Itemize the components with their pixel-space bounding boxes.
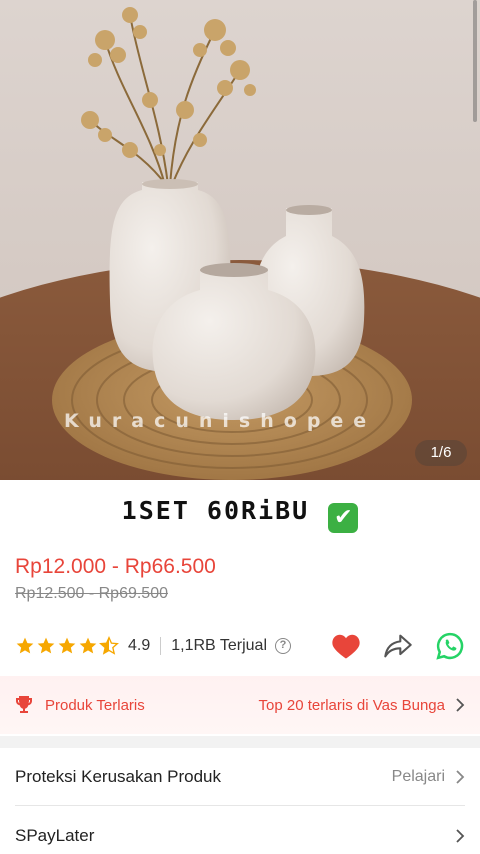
spaylater-label: SPayLater (15, 826, 95, 845)
best-seller-rank[interactable]: Top 20 terlaris di Vas Bunga (259, 697, 466, 714)
chevron-right-icon (456, 698, 465, 712)
heart-icon[interactable] (331, 632, 361, 660)
half-star-icon (99, 636, 119, 655)
spaylater-link[interactable] (445, 828, 465, 844)
sold-count: 1,1RB Terjual (171, 637, 268, 654)
star-icon (58, 637, 76, 654)
rating-row: 4.9 1,1RB Terjual ? (15, 632, 465, 660)
scroll-indicator[interactable] (473, 0, 477, 122)
original-price-range: Rp12.500 - Rp69.500 (15, 585, 168, 602)
product-title-text: 1SET 60RiBU (121, 496, 310, 525)
whatsapp-icon[interactable] (435, 631, 465, 661)
star-icon (79, 637, 97, 654)
product-image-gallery[interactable]: Kuracunishopee 1/6 (0, 0, 480, 480)
best-seller-label: Produk Terlaris (15, 695, 145, 715)
chevron-right-icon (456, 769, 465, 784)
product-photo (0, 0, 480, 480)
star-icon (16, 637, 34, 654)
trophy-icon (16, 696, 32, 713)
product-title: 1SET 60RiBU ✔ (0, 496, 480, 533)
divider (160, 637, 162, 655)
product-actions (331, 631, 465, 661)
rating-value: 4.9 (128, 637, 151, 654)
chevron-right-icon (456, 829, 465, 843)
star-rating (15, 636, 119, 656)
image-watermark: Kuracunishopee (64, 410, 377, 432)
check-mark-icon: ✔ (328, 503, 359, 533)
section-divider (0, 736, 480, 748)
learn-more-link[interactable]: Pelajari (392, 768, 465, 786)
best-seller-banner[interactable]: Produk Terlaris Top 20 terlaris di Vas B… (0, 676, 480, 734)
price-range: Rp12.000 - Rp66.500 (15, 555, 216, 578)
best-seller-rank-text: Top 20 terlaris di Vas Bunga (258, 696, 446, 714)
star-icon (37, 637, 55, 654)
spaylater-row[interactable]: SPayLater (15, 807, 465, 854)
damage-protection-row[interactable]: Proteksi Kerusakan Produk Pelajari (15, 748, 465, 806)
share-icon[interactable] (383, 633, 413, 659)
help-icon[interactable]: ? (275, 638, 292, 654)
image-counter: 1/6 (415, 440, 467, 466)
learn-more-text: Pelajari (391, 767, 445, 785)
damage-protection-label: Proteksi Kerusakan Produk (15, 766, 221, 786)
best-seller-text: Produk Terlaris (45, 696, 145, 714)
